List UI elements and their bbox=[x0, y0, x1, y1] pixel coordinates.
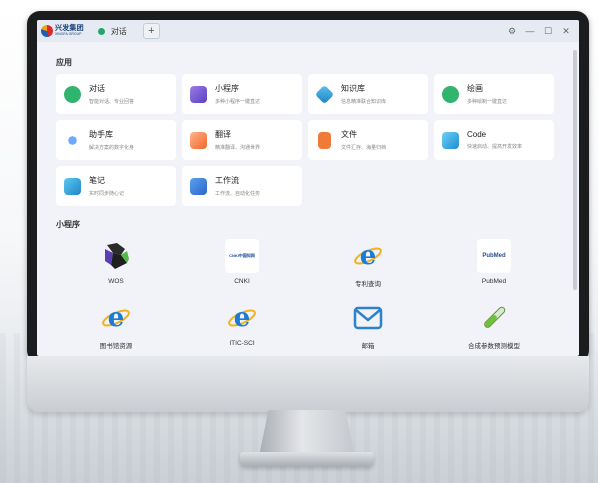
miniprogram-label: PubMed bbox=[481, 278, 507, 285]
monitor-stand-neck bbox=[259, 410, 355, 456]
app-card-title: 知识库 bbox=[341, 84, 365, 93]
logo-text-cn: 兴发集团 bbox=[55, 25, 84, 33]
logo-mark-icon bbox=[41, 25, 53, 37]
app-card-workflow[interactable]: 工作流 工作流、自动化任务 bbox=[182, 166, 302, 206]
app-card-title: 工作流 bbox=[215, 176, 239, 185]
app-card-title: 小程序 bbox=[215, 84, 239, 93]
miniprogram-label: ITIC-SCI bbox=[229, 340, 255, 347]
logo-text-en: XINGFA GROUP bbox=[55, 32, 82, 37]
app-card-title: 翻译 bbox=[215, 130, 231, 139]
cnki-logo-text: CNKI中国知网 bbox=[229, 253, 255, 258]
translate-icon bbox=[190, 131, 207, 149]
miniprogram-label: CNKI bbox=[234, 278, 250, 285]
app-card-knowledge[interactable]: 知识库 信息精准联合知识库 bbox=[308, 74, 428, 114]
test-tube-icon bbox=[477, 301, 511, 335]
maximize-button[interactable]: ☐ bbox=[539, 26, 557, 37]
scrollbar[interactable] bbox=[573, 50, 577, 290]
app-card-title: 对话 bbox=[89, 84, 105, 93]
assistant-sparkle-icon bbox=[64, 131, 81, 149]
miniprogram-label: 图书馆资源 bbox=[99, 343, 133, 350]
app-card-title: 文件 bbox=[341, 130, 357, 139]
miniprogram-cnki[interactable]: CNKI中国知网 CNKI bbox=[202, 239, 282, 295]
miniprogram-pubmed[interactable]: PubMed PubMed bbox=[454, 239, 534, 295]
wos-logo-icon bbox=[99, 239, 133, 273]
app-card-title: 绘画 bbox=[467, 84, 483, 93]
app-card-paint[interactable]: 绘画 多种绘制一键直达 bbox=[434, 74, 554, 114]
settings-icon[interactable]: ⚙ bbox=[503, 26, 521, 37]
app-card-assistant[interactable]: 助手库 解决方案的数字化身 bbox=[56, 120, 176, 160]
pubmed-logo-text: PubMed bbox=[482, 253, 506, 259]
ie-browser-icon: e bbox=[225, 301, 259, 335]
apps-section-title: 应用 bbox=[56, 58, 72, 67]
monitor-chin bbox=[27, 356, 589, 412]
app-card-miniprogram[interactable]: 小程序 多种小程序一键直达 bbox=[182, 74, 302, 114]
company-logo: 兴发集团 XINGFA GROUP bbox=[41, 20, 84, 42]
pubmed-logo-icon: PubMed bbox=[477, 239, 511, 273]
app-card-subtitle: 多种绘制一键直达 bbox=[467, 99, 508, 105]
app-card-chat[interactable]: 对话 智能对话、专业回答 bbox=[56, 74, 176, 114]
app-card-file[interactable]: 文件 文件汇存、海量归档 bbox=[308, 120, 428, 160]
app-card-subtitle: 实时同步随心记 bbox=[89, 191, 125, 197]
miniprogram-wos[interactable]: WOS bbox=[76, 239, 156, 295]
code-icon bbox=[442, 131, 459, 149]
svg-text:e: e bbox=[360, 241, 377, 271]
ie-browser-icon: e bbox=[99, 301, 133, 335]
svg-text:e: e bbox=[108, 303, 125, 333]
ie-browser-icon: e bbox=[351, 239, 385, 273]
miniprogram-patent-search[interactable]: e 专利查询 bbox=[328, 239, 408, 295]
main-content: 应用 对话 智能对话、专业回答 小程序 多种小程序一键直达 知识库 信息精准联合… bbox=[37, 42, 571, 356]
title-bar: 兴发集团 XINGFA GROUP 对话 + ⚙ — ☐ ✕ bbox=[37, 20, 579, 42]
miniprogram-label: WOS bbox=[108, 278, 124, 285]
app-card-note[interactable]: 笔记 实时同步随心记 bbox=[56, 166, 176, 206]
new-tab-button[interactable]: + bbox=[142, 23, 160, 39]
miniprogram-label: 专利查询 bbox=[355, 281, 381, 288]
app-card-title: Code bbox=[467, 130, 487, 139]
window-controls: ⚙ — ☐ ✕ bbox=[503, 20, 575, 42]
app-card-subtitle: 快速启动、提高开发效率 bbox=[467, 144, 523, 150]
app-card-translate[interactable]: 翻译 精准翻译、沟通世界 bbox=[182, 120, 302, 160]
app-card-code[interactable]: Code 快速启动、提高开发效率 bbox=[434, 120, 554, 160]
app-card-subtitle: 工作流、自动化任务 bbox=[215, 191, 261, 197]
miniprogram-label: 合成参数预测模型 bbox=[468, 343, 520, 350]
tab-label: 对话 bbox=[110, 26, 127, 36]
app-card-subtitle: 精准翻译、沟通世界 bbox=[215, 145, 261, 151]
app-card-title: 助手库 bbox=[89, 130, 113, 139]
miniprogram-library[interactable]: e 图书馆资源 bbox=[76, 301, 156, 356]
svg-text:e: e bbox=[234, 303, 251, 333]
miniprogram-synthesis-model[interactable]: 合成参数预测模型 bbox=[454, 301, 534, 356]
app-card-subtitle: 文件汇存、海量归档 bbox=[341, 145, 387, 151]
monitor-stand-base bbox=[240, 452, 374, 466]
miniprogram-mail[interactable]: 邮箱 bbox=[328, 301, 408, 356]
miniprogram-label: 邮箱 bbox=[361, 343, 375, 350]
cnki-logo-icon: CNKI中国知网 bbox=[225, 239, 259, 273]
app-card-subtitle: 多种小程序一键直达 bbox=[215, 99, 261, 105]
miniprogram-itic-sci[interactable]: e ITIC-SCI bbox=[202, 301, 282, 356]
app-screen: 兴发集团 XINGFA GROUP 对话 + ⚙ — ☐ ✕ 应用 对话 智能对… bbox=[37, 20, 579, 356]
app-card-subtitle: 智能对话、专业回答 bbox=[89, 99, 135, 105]
paint-ai-icon bbox=[442, 85, 459, 103]
knowledge-base-icon bbox=[314, 84, 335, 104]
app-card-subtitle: 信息精准联合知识库 bbox=[341, 99, 387, 105]
minimize-button[interactable]: — bbox=[521, 26, 539, 36]
mini-program-icon bbox=[190, 85, 207, 103]
app-card-title: 笔记 bbox=[89, 176, 105, 185]
chat-tab-icon bbox=[97, 27, 105, 35]
note-icon bbox=[64, 177, 81, 195]
mail-icon bbox=[351, 301, 385, 335]
close-button[interactable]: ✕ bbox=[557, 26, 575, 37]
workflow-icon bbox=[190, 177, 207, 195]
tab-chat[interactable]: 对话 bbox=[92, 22, 133, 40]
miniprograms-section-title: 小程序 bbox=[56, 220, 80, 229]
app-card-subtitle: 解决方案的数字化身 bbox=[89, 145, 135, 151]
chat-ai-icon bbox=[64, 85, 81, 103]
file-icon bbox=[318, 131, 331, 149]
